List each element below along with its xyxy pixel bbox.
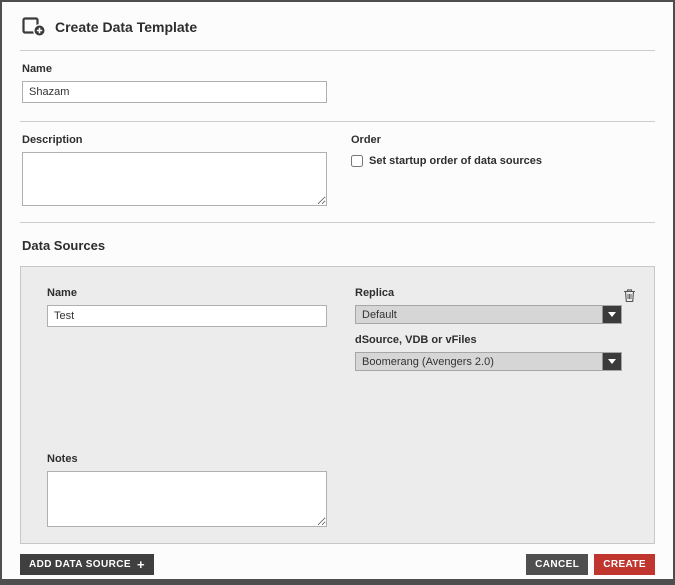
order-label: Order bbox=[351, 134, 542, 146]
footer-action-buttons: CANCEL CREATE bbox=[526, 554, 655, 575]
order-column: Order Set startup order of data sources bbox=[351, 134, 542, 206]
description-order-row: Description Order Set startup order of d… bbox=[20, 122, 655, 222]
add-data-source-label: ADD DATA SOURCE bbox=[29, 559, 131, 570]
source-selected-value: Boomerang (Avengers 2.0) bbox=[356, 353, 602, 370]
name-label: Name bbox=[22, 63, 653, 75]
source-type-label: dSource, VDB or vFiles bbox=[355, 334, 622, 346]
chevron-down-icon bbox=[602, 353, 621, 370]
name-section: Name bbox=[20, 51, 655, 121]
description-label: Description bbox=[22, 134, 327, 146]
delete-data-source-button[interactable] bbox=[622, 287, 637, 304]
cancel-button[interactable]: CANCEL bbox=[526, 554, 588, 575]
data-source-name-label: Name bbox=[47, 287, 327, 299]
replica-selected-value: Default bbox=[356, 306, 602, 323]
trash-icon bbox=[623, 288, 636, 303]
data-source-card-grid: Name Replica Default dSource, VDB or vFi… bbox=[47, 287, 628, 381]
create-data-template-dialog: Create Data Template Name Description Or… bbox=[0, 0, 675, 585]
notes-block: Notes bbox=[47, 453, 628, 527]
data-template-icon bbox=[22, 17, 46, 37]
data-source-card: Name Replica Default dSource, VDB or vFi… bbox=[20, 266, 655, 544]
data-source-selects-column: Replica Default dSource, VDB or vFiles B… bbox=[355, 287, 622, 381]
data-source-name-column: Name bbox=[47, 287, 327, 327]
startup-order-checkbox-label: Set startup order of data sources bbox=[369, 155, 542, 167]
source-select[interactable]: Boomerang (Avengers 2.0) bbox=[355, 352, 622, 371]
create-button[interactable]: CREATE bbox=[594, 554, 655, 575]
name-input[interactable] bbox=[22, 81, 327, 103]
notes-textarea[interactable] bbox=[47, 471, 327, 527]
notes-label: Notes bbox=[47, 453, 628, 465]
chevron-down-icon bbox=[602, 306, 621, 323]
data-sources-heading: Data Sources bbox=[22, 238, 653, 253]
add-data-source-button[interactable]: ADD DATA SOURCE + bbox=[20, 554, 154, 575]
dialog-header: Create Data Template bbox=[20, 2, 655, 50]
plus-icon: + bbox=[137, 560, 145, 569]
startup-order-checkbox-row[interactable]: Set startup order of data sources bbox=[351, 155, 542, 167]
description-textarea[interactable] bbox=[22, 152, 327, 206]
startup-order-checkbox[interactable] bbox=[351, 155, 363, 167]
data-source-name-input[interactable] bbox=[47, 305, 327, 327]
dialog-footer: ADD DATA SOURCE + CANCEL CREATE bbox=[20, 554, 655, 575]
data-sources-heading-wrap: Data Sources bbox=[20, 223, 655, 266]
replica-select[interactable]: Default bbox=[355, 305, 622, 324]
replica-label: Replica bbox=[355, 287, 622, 299]
description-column: Description bbox=[22, 134, 327, 206]
page-title: Create Data Template bbox=[55, 19, 197, 35]
